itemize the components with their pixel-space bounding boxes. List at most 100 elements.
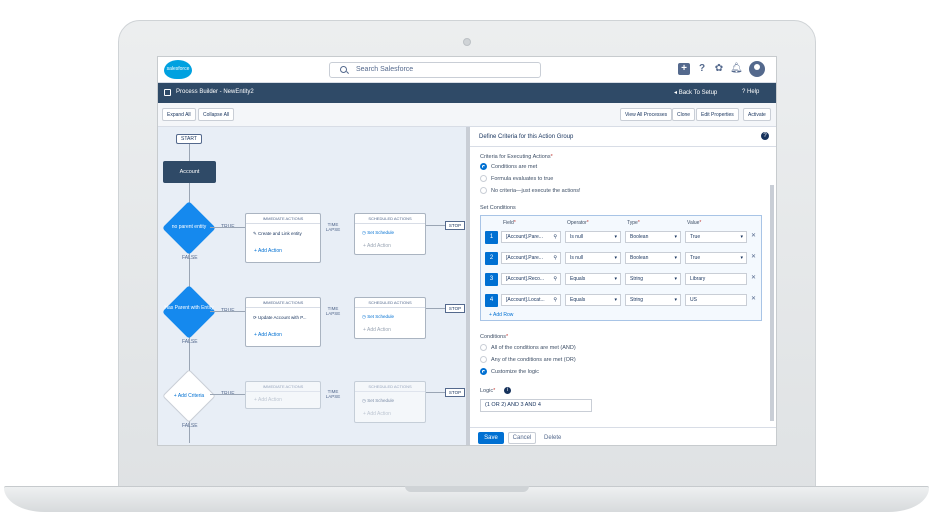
chevron-down-icon: ▾ — [740, 255, 743, 261]
operator-select[interactable]: Equals ▾ — [565, 294, 621, 306]
panel-scrollbar[interactable] — [770, 185, 774, 421]
activate-button[interactable]: Activate — [743, 108, 771, 121]
info-icon[interactable]: i — [504, 387, 511, 394]
add-action-label: Add Action — [367, 411, 391, 417]
value-input[interactable]: Library — [685, 273, 747, 285]
add-action-button[interactable]: + Add Action — [363, 243, 391, 249]
type-select[interactable]: Boolean ▾ — [625, 252, 681, 264]
card-title: IMMEDIATE ACTIONS — [246, 384, 320, 392]
help-icon[interactable]: ? — [761, 132, 769, 140]
conditions-label: Conditions* — [480, 334, 509, 340]
radio-and[interactable] — [480, 344, 487, 351]
time-lapse-label: TIME LAPSE — [325, 389, 341, 399]
radio-no-criteria[interactable] — [480, 187, 487, 194]
add-action-button[interactable]: + Add Action — [254, 248, 282, 254]
type-select[interactable]: String ▾ — [625, 273, 681, 285]
type-select[interactable]: Boolean ▾ — [625, 231, 681, 243]
radio-conditions-met[interactable] — [480, 163, 487, 170]
field-picker[interactable]: [Account].Reco... ⚲ — [501, 273, 561, 285]
type-select[interactable]: String ▾ — [625, 294, 681, 306]
search-input[interactable]: Search Salesforce — [329, 62, 541, 78]
radio-label: Any of the conditions are met (OR) — [491, 357, 576, 363]
collapse-all-button[interactable]: Collapse All — [198, 108, 235, 121]
add-icon[interactable]: + — [678, 63, 690, 75]
bell-icon[interactable]: 🔔︎ — [730, 63, 743, 75]
flow-line — [210, 311, 245, 312]
delete-row-icon[interactable]: ✕ — [751, 253, 756, 260]
field-value: [Account].Locat... — [506, 297, 545, 303]
clone-button[interactable]: Clone — [672, 108, 696, 121]
builder-bar: Process Builder - NewEntity2 ◂ Back To S… — [158, 83, 776, 103]
delete-button[interactable]: Delete — [544, 435, 561, 441]
conditions-table: Field* Operator* Type* Value* 1 [Account… — [480, 215, 762, 321]
add-row-button[interactable]: + Add Row — [489, 312, 513, 318]
set-schedule-link[interactable]: ◷ Set Schedule — [362, 230, 394, 236]
salesforce-logo[interactable]: salesforce — [164, 60, 192, 79]
set-schedule-link[interactable]: ◷ Set Schedule — [362, 398, 394, 404]
column-header: Value* — [687, 220, 702, 226]
stop-node: STOP — [445, 388, 465, 397]
search-icon: ⚲ — [553, 276, 557, 282]
set-schedule-link[interactable]: ◷ Set Schedule — [362, 314, 394, 320]
false-label: FALSE — [182, 255, 198, 261]
value-input[interactable]: US — [685, 294, 747, 306]
criteria-diamond[interactable] — [162, 285, 216, 339]
column-header: Field* — [503, 220, 516, 226]
conditions-label-text: Conditions — [480, 334, 506, 340]
action-item[interactable]: ✎ Create and Link entity — [253, 231, 302, 237]
help-link[interactable]: ? Help — [742, 89, 759, 95]
gear-icon[interactable]: ✿ — [713, 63, 725, 75]
toolbar: Expand All Collapse All View All Process… — [158, 103, 776, 127]
radio-or[interactable] — [480, 356, 487, 363]
card-title: SCHEDULED ACTIONS — [355, 216, 425, 224]
delete-row-icon[interactable]: ✕ — [751, 274, 756, 281]
avatar[interactable] — [749, 61, 765, 77]
panel-title: Define Criteria for this Action Group — [479, 134, 574, 140]
value-select[interactable]: True ▾ — [685, 231, 747, 243]
chevron-down-icon: ▾ — [614, 297, 617, 303]
camera-dot — [463, 38, 471, 46]
start-node: START — [176, 134, 202, 144]
add-action-label: Add Action — [258, 332, 282, 338]
help-icon[interactable]: ? — [696, 63, 708, 75]
delete-row-icon[interactable]: ✕ — [751, 232, 756, 239]
edit-properties-button[interactable]: Edit Properties — [696, 108, 739, 121]
add-action-button[interactable]: + Add Action — [363, 411, 391, 417]
view-all-processes-button[interactable]: View All Processes — [620, 108, 673, 121]
cancel-button[interactable]: Cancel — [508, 432, 536, 444]
scheduled-actions-card: SCHEDULED ACTIONS ◷ Set Schedule + Add A… — [354, 297, 426, 339]
field-picker[interactable]: [Account].Pare... ⚲ — [501, 231, 561, 243]
add-action-label: Add Action — [258, 397, 282, 403]
radio-custom-logic[interactable] — [480, 368, 487, 375]
scheduled-actions-card: SCHEDULED ACTIONS ◷ Set Schedule + Add A… — [354, 381, 426, 423]
action-item-label: Update Account with P... — [258, 315, 307, 320]
save-button[interactable]: Save — [478, 432, 504, 444]
false-label: FALSE — [182, 339, 198, 345]
add-action-button[interactable]: + Add Action — [254, 397, 282, 403]
type-value: String — [630, 297, 644, 303]
expand-all-button[interactable]: Expand All — [162, 108, 196, 121]
add-criteria-label[interactable]: + Add Criteria — [163, 393, 215, 399]
field-picker[interactable]: [Account].Pare... ⚲ — [501, 252, 561, 264]
value-value: True — [690, 255, 701, 261]
operator-select[interactable]: Is null ▾ — [565, 231, 621, 243]
type-value: String — [630, 276, 644, 282]
field-picker[interactable]: [Account].Locat... ⚲ — [501, 294, 561, 306]
column-header-text: Operator — [567, 220, 587, 226]
add-action-button[interactable]: + Add Action — [254, 332, 282, 338]
search-icon: ⚲ — [553, 297, 557, 303]
radio-formula[interactable] — [480, 175, 487, 182]
value-select[interactable]: True ▾ — [685, 252, 747, 264]
object-node[interactable]: Account — [163, 161, 216, 183]
search-icon — [340, 66, 347, 73]
delete-row-icon[interactable]: ✕ — [751, 295, 756, 302]
field-value: [Account].Pare... — [506, 255, 543, 261]
action-item[interactable]: ⟳ Update Account with P... — [253, 315, 306, 321]
operator-value: Is null — [570, 234, 584, 240]
operator-select[interactable]: Is null ▾ — [565, 252, 621, 264]
flow-line — [210, 394, 245, 395]
add-action-button[interactable]: + Add Action — [363, 327, 391, 333]
back-to-setup-link[interactable]: ◂ Back To Setup — [674, 89, 717, 96]
logic-input[interactable]: (1 OR 2) AND 3 AND 4 — [480, 399, 592, 412]
operator-select[interactable]: Equals ▾ — [565, 273, 621, 285]
